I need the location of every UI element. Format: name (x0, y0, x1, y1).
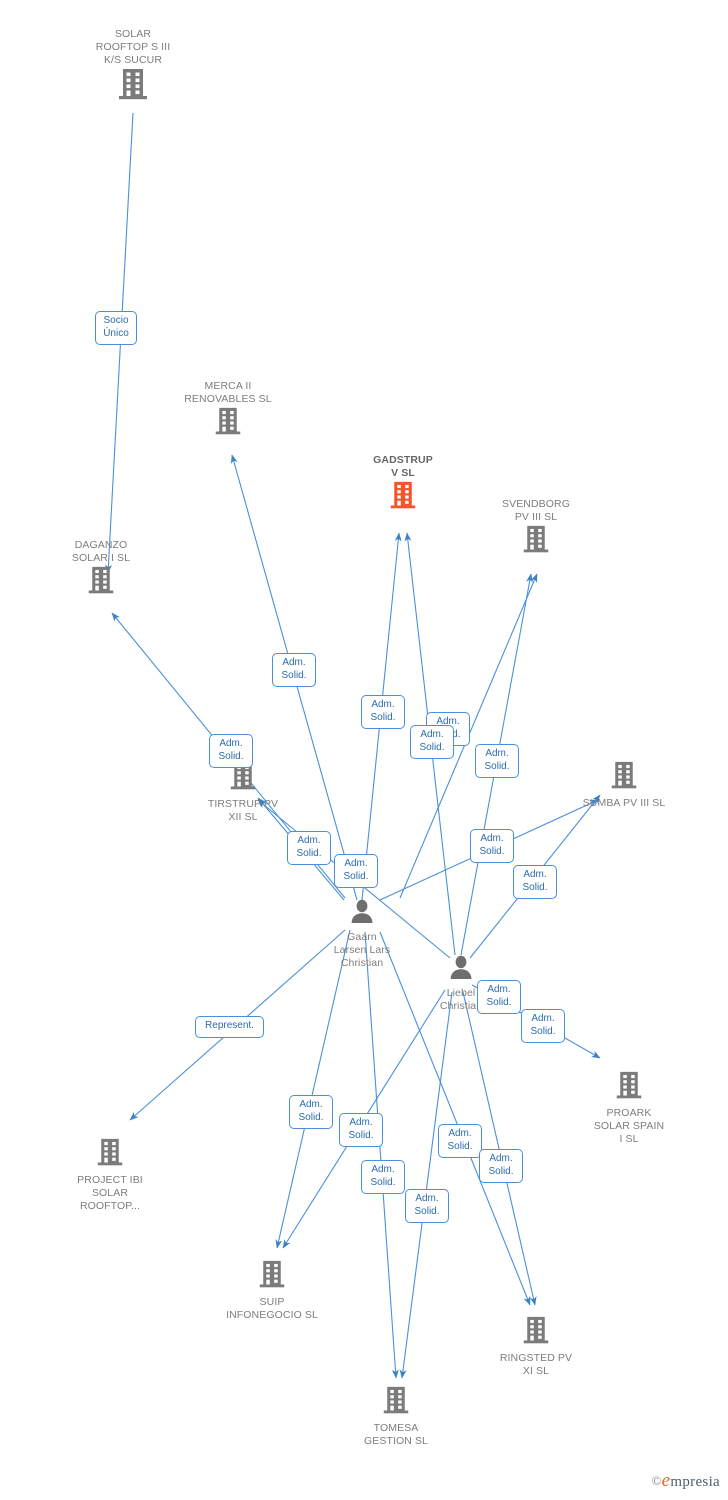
node-tomesa-gestion-sl[interactable]: TOMESA GESTION SL (336, 1385, 456, 1448)
relationship-badge-b1[interactable]: Adm. Solid. (272, 653, 316, 687)
relationship-badge-b18[interactable]: Adm. Solid. (479, 1149, 523, 1183)
brand-name: mpresia (670, 1474, 720, 1490)
node-sumba-pv-iii-sl[interactable]: SUMBA PV III SL (564, 760, 684, 810)
building-icon (336, 1385, 456, 1420)
building-icon (476, 1315, 596, 1350)
relationship-badge-b16[interactable]: Adm. Solid. (405, 1189, 449, 1223)
building-icon (564, 760, 684, 795)
relationship-badge-b11[interactable]: Adm. Solid. (477, 980, 521, 1014)
relationship-badge-b17[interactable]: Adm. Solid. (438, 1124, 482, 1158)
node-label: PROJECT IBI SOLAR ROOFTOP... (77, 1174, 143, 1212)
node-proark-solar-spain-i-sl[interactable]: PROARK SOLAR SPAIN I SL (569, 1070, 689, 1146)
relationship-badge-b7[interactable]: Adm. Solid. (287, 831, 331, 865)
node-ringsted-pv-xi-sl[interactable]: RINGSTED PV XI SL (476, 1315, 596, 1378)
node-label: SOLAR ROOFTOP S III K/S SUCUR (95, 28, 171, 66)
building-icon (476, 524, 596, 559)
node-label: MERCA II RENOVABLES SL (184, 380, 272, 405)
focus-node-label: GADSTRUP V SL (373, 454, 433, 479)
building-icon (212, 1259, 332, 1294)
edge-layer (104, 112, 601, 1379)
node-project-ibi-solar-rooftop[interactable]: PROJECT IBI SOLAR ROOFTOP... (50, 1137, 170, 1213)
node-tirstrup-pv-xii-sl[interactable]: TIRSTRUP PV XII SL (183, 761, 303, 824)
building-icon (168, 406, 288, 441)
relationship-badge-b12[interactable]: Adm. Solid. (521, 1009, 565, 1043)
building-icon-focus (343, 480, 463, 515)
relationship-badge-b-represent[interactable]: Represent. (195, 1016, 264, 1038)
node-merca-ii-renovables-sl[interactable]: MERCA II RENOVABLES SL (168, 380, 288, 441)
building-icon (73, 67, 193, 106)
relationship-badge-b8[interactable]: Adm. Solid. (334, 854, 378, 888)
node-svendborg-pv-iii-sl[interactable]: SVENDBORG PV III SL (476, 498, 596, 559)
relationship-badge-b5[interactable]: Adm. Solid. (475, 744, 519, 778)
edge-gaarn-to-suip (275, 929, 351, 1249)
node-suip-infonegocio-sl[interactable]: SUIP INFONEGOCIO SL (212, 1259, 332, 1322)
watermark: ©empresia (651, 1470, 720, 1492)
relationship-graph: SOLAR ROOFTOP S III K/S SUCUR DAGANZO SO… (0, 0, 728, 1500)
copyright-symbol: © (651, 1473, 662, 1488)
relationship-badge-b-socio[interactable]: Socio Único (95, 311, 137, 345)
person-icon (302, 898, 422, 929)
node-daganzo-solar-i-sl[interactable]: DAGANZO SOLAR I SL (41, 539, 161, 600)
relationship-badge-b15[interactable]: Adm. Solid. (361, 1160, 405, 1194)
relationship-badge-b6[interactable]: Adm. Solid. (209, 734, 253, 768)
edge-gaarn-to-tomesa (364, 931, 399, 1379)
node-label: SVENDBORG PV III SL (502, 498, 570, 523)
relationship-badge-b9[interactable]: Adm. Solid. (470, 829, 514, 863)
building-icon (50, 1137, 170, 1172)
building-icon (41, 565, 161, 600)
relationship-badge-b13[interactable]: Adm. Solid. (289, 1095, 333, 1129)
node-solar-rooftop-s-iii[interactable]: SOLAR ROOFTOP S III K/S SUCUR (73, 28, 193, 106)
node-label: SUIP INFONEGOCIO SL (226, 1296, 318, 1321)
node-label: PROARK SOLAR SPAIN I SL (593, 1107, 665, 1145)
relationship-badge-b2[interactable]: Adm. Solid. (361, 695, 405, 729)
node-label: DAGANZO SOLAR I SL (71, 539, 131, 564)
relationship-badge-b10[interactable]: Adm. Solid. (513, 865, 557, 899)
node-gadstrup-v-sl[interactable]: GADSTRUP V SL (343, 454, 463, 515)
node-label: SUMBA PV III SL (582, 797, 666, 809)
relationship-badge-b14[interactable]: Adm. Solid. (339, 1113, 383, 1147)
edge-liebel-to-tomesa (399, 991, 453, 1379)
relationship-badge-b4[interactable]: Adm. Solid. (410, 725, 454, 759)
node-label: TIRSTRUP PV XII SL (207, 798, 279, 823)
node-label: TOMESA GESTION SL (363, 1422, 428, 1447)
building-icon (569, 1070, 689, 1105)
node-label: RINGSTED PV XI SL (499, 1352, 573, 1377)
